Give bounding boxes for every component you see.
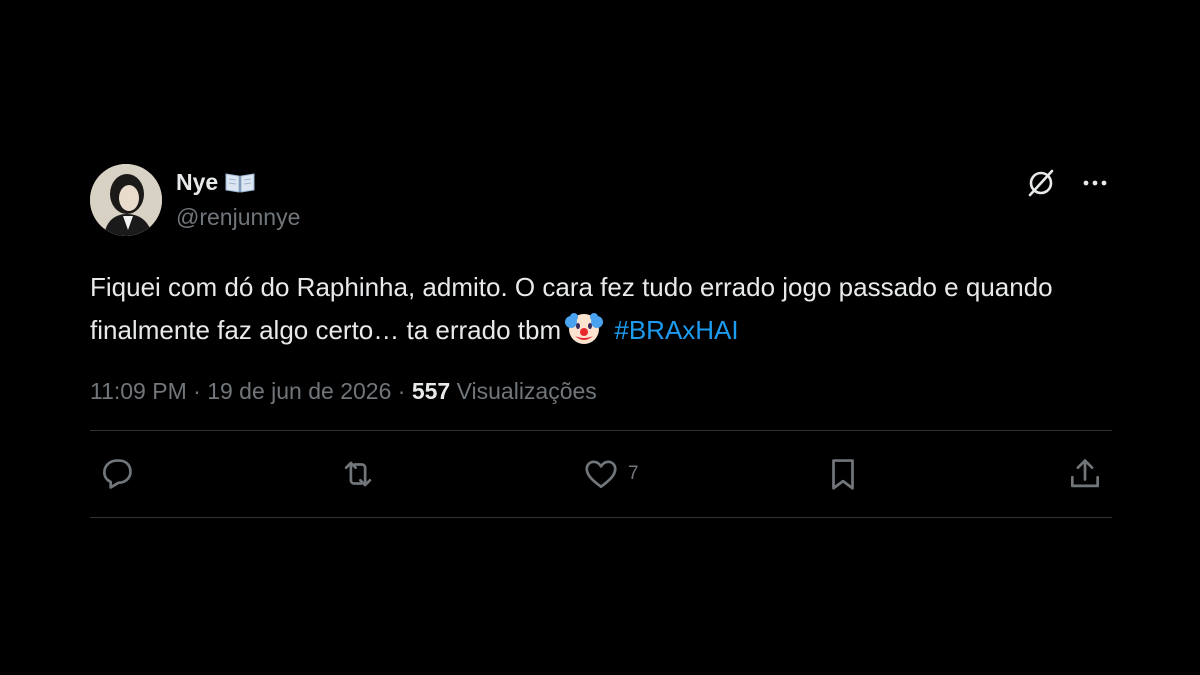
hashtag-link[interactable]: #BRAxHAI	[614, 315, 738, 345]
heart-icon	[582, 455, 620, 493]
display-name[interactable]: Nye	[176, 169, 218, 196]
more-icon[interactable]	[1078, 166, 1112, 200]
meta-separator: ·	[193, 378, 201, 404]
avatar[interactable]	[90, 164, 162, 236]
share-icon	[1066, 455, 1104, 493]
views-count[interactable]: 557	[412, 378, 450, 404]
grok-icon[interactable]	[1024, 166, 1058, 200]
views-label[interactable]: Visualizações	[457, 378, 597, 404]
like-button[interactable]: 7	[582, 454, 639, 494]
retweet-icon	[339, 455, 377, 493]
user-handle[interactable]: @renjunnye	[176, 204, 300, 231]
retweet-button[interactable]	[339, 454, 377, 494]
tweet-text: Fiquei com dó do Raphinha, admito. O car…	[90, 266, 1120, 352]
open-book-icon	[224, 170, 256, 194]
tweet-date[interactable]: 19 de jun de 2026	[207, 378, 391, 404]
header-actions	[1024, 166, 1112, 200]
bookmark-icon	[824, 455, 862, 493]
clown-face-icon	[565, 309, 604, 347]
action-bar: 7	[90, 431, 1112, 517]
tweet-meta: 11:09 PM · 19 de jun de 2026 · 557 Visua…	[90, 374, 1112, 408]
share-button[interactable]	[1066, 454, 1104, 494]
reply-icon	[98, 455, 136, 493]
tweet-time[interactable]: 11:09 PM	[90, 378, 187, 404]
tweet-card: Nye @renjunnye Fiquei com dó do Raphinha…	[90, 162, 1112, 518]
reply-button[interactable]	[98, 454, 136, 494]
tweet-header: Nye @renjunnye	[90, 162, 1112, 238]
meta-separator: ·	[397, 378, 406, 404]
author-names: Nye @renjunnye	[176, 168, 300, 231]
like-count: 7	[628, 463, 639, 484]
bookmark-button[interactable]	[824, 454, 862, 494]
divider	[90, 517, 1112, 518]
